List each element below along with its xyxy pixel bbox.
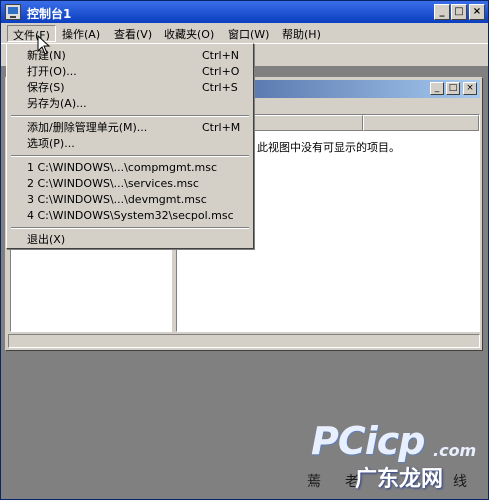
menu-item-save-as[interactable]: 另存为(A)... bbox=[10, 96, 250, 112]
watermark-big-text: 广东龙网 bbox=[355, 467, 444, 492]
empty-view-message: 此视图中没有可显示的项目。 bbox=[257, 141, 400, 154]
status-bar bbox=[8, 334, 480, 348]
close-button[interactable]: × bbox=[469, 4, 485, 20]
menu-item-save[interactable]: 保存(S) Ctrl+S bbox=[10, 80, 250, 96]
mmc-console-window: 控制台1 _ □ × 文件(F) 操作(A) 查看(V) 收藏夹(O) 窗口(W… bbox=[0, 0, 489, 500]
menu-item-label: 1 C:\WINDOWS\...\compmgmt.msc bbox=[27, 161, 218, 174]
watermark-char: 线 bbox=[453, 474, 467, 490]
window-title: 控制台1 bbox=[27, 7, 72, 21]
menu-item-label: 退出(X) bbox=[27, 233, 66, 246]
menu-item-recent-2[interactable]: 2 C:\WINDOWS\...\services.msc bbox=[10, 176, 250, 192]
menu-item-shortcut: Ctrl+N bbox=[202, 49, 240, 62]
console-app-icon[interactable] bbox=[5, 4, 21, 20]
menu-item-label: 选项(P)... bbox=[27, 137, 75, 150]
menu-action[interactable]: 操作(A) bbox=[57, 25, 105, 42]
mouse-cursor-icon bbox=[37, 35, 51, 55]
menu-item-recent-3[interactable]: 3 C:\WINDOWS\...\devmgmt.msc bbox=[10, 192, 250, 208]
menu-favorites[interactable]: 收藏夹(O) bbox=[159, 25, 219, 42]
menu-item-label: 添加/删除管理单元(M)... bbox=[27, 121, 148, 134]
file-menu-dropdown: 新建(N) Ctrl+N 打开(O)... Ctrl+O 保存(S) Ctrl+… bbox=[6, 43, 254, 249]
menu-item-options[interactable]: 选项(P)... bbox=[10, 136, 250, 152]
minimize-button[interactable]: _ bbox=[434, 4, 450, 20]
menu-item-exit[interactable]: 退出(X) bbox=[10, 232, 250, 248]
menu-item-label: 2 C:\WINDOWS\...\services.msc bbox=[27, 177, 199, 190]
menu-bar: 文件(F) 操作(A) 查看(V) 收藏夹(O) 窗口(W) 帮助(H) bbox=[1, 23, 488, 43]
menu-separator bbox=[11, 155, 249, 157]
child-close-button[interactable]: × bbox=[463, 82, 477, 95]
menu-separator bbox=[11, 115, 249, 117]
menu-item-shortcut: Ctrl+O bbox=[202, 65, 240, 78]
menu-item-label: 4 C:\WINDOWS\System32\secpol.msc bbox=[27, 209, 234, 222]
menu-item-recent-4[interactable]: 4 C:\WINDOWS\System32\secpol.msc bbox=[10, 208, 250, 224]
watermark-char: 蔫 bbox=[307, 474, 321, 490]
menu-item-shortcut: Ctrl+S bbox=[202, 81, 238, 94]
title-bar[interactable]: 控制台1 _ □ × bbox=[1, 1, 488, 23]
column-header-description[interactable] bbox=[363, 115, 479, 131]
menu-window[interactable]: 窗口(W) bbox=[223, 25, 274, 42]
menu-item-label: 打开(O)... bbox=[27, 65, 77, 78]
menu-item-shortcut: Ctrl+M bbox=[202, 121, 241, 134]
maximize-button[interactable]: □ bbox=[451, 4, 467, 20]
child-maximize-button[interactable]: □ bbox=[446, 82, 460, 95]
menu-help[interactable]: 帮助(H) bbox=[277, 25, 326, 42]
menu-item-label: 3 C:\WINDOWS\...\devmgmt.msc bbox=[27, 193, 207, 206]
menu-item-label: 另存为(A)... bbox=[27, 97, 87, 110]
menu-item-label: 保存(S) bbox=[27, 81, 65, 94]
menu-separator bbox=[11, 227, 249, 229]
menu-item-add-remove-snapin[interactable]: 添加/删除管理单元(M)... Ctrl+M bbox=[10, 120, 250, 136]
menu-item-recent-1[interactable]: 1 C:\WINDOWS\...\compmgmt.msc bbox=[10, 160, 250, 176]
site-watermark: PCicp .com 蔫 老 广东龙网 线 bbox=[301, 419, 487, 499]
watermark-logo: PCicp bbox=[311, 419, 425, 463]
menu-view[interactable]: 查看(V) bbox=[109, 25, 157, 42]
menu-item-open[interactable]: 打开(O)... Ctrl+O bbox=[10, 64, 250, 80]
watermark-logo-suffix: .com bbox=[433, 441, 477, 460]
child-minimize-button[interactable]: _ bbox=[430, 82, 444, 95]
